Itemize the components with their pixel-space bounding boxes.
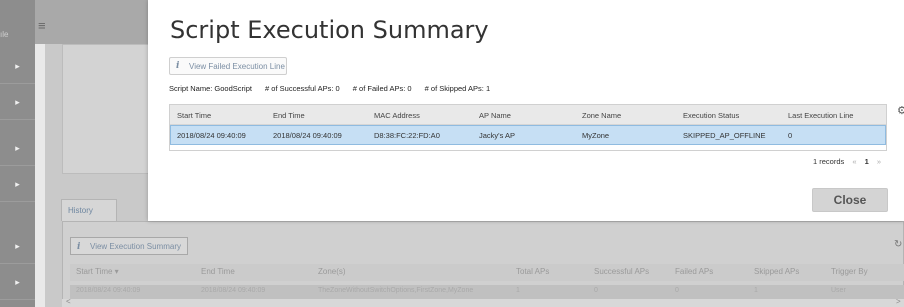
cell-mac-address: D8:38:FC:22:FD:A0	[374, 131, 440, 140]
tab-history[interactable]: History	[61, 199, 117, 221]
history-cell: 0	[594, 287, 598, 294]
info-icon: i	[176, 61, 180, 71]
scroll-left-icon[interactable]: <	[66, 297, 71, 306]
pagination: 1 records « 1 »	[813, 157, 881, 166]
dialog-title: Script Execution Summary	[170, 16, 489, 44]
current-page[interactable]: 1	[865, 157, 869, 166]
col-mac-address[interactable]: MAC Address	[374, 111, 420, 120]
col-zone-name[interactable]: Zone Name	[582, 111, 621, 120]
summary-line: Script Name: GoodScript # of Successful …	[169, 84, 501, 93]
sidebar-expand-icon[interactable]: ▸	[0, 48, 35, 84]
cell-execution-status: SKIPPED_AP_OFFLINE	[683, 131, 766, 140]
successful-aps-count: # of Successful APs: 0	[265, 84, 340, 93]
history-cell: 2018/08/24 09:40:09	[76, 287, 141, 294]
view-failed-execution-line-button[interactable]: i View Failed Execution Line	[169, 57, 287, 75]
history-col-total-aps[interactable]: Total APs	[516, 267, 549, 276]
execution-table: Start Time End Time MAC Address AP Name …	[169, 104, 887, 151]
history-col-trigger-by[interactable]: Trigger By	[831, 267, 868, 276]
table-header: Start Time End Time MAC Address AP Name …	[170, 105, 886, 125]
history-col-skipped-aps[interactable]: Skipped APs	[754, 267, 799, 276]
cell-start-time: 2018/08/24 09:40:09	[177, 131, 246, 140]
horizontal-scrollbar[interactable]: < >	[62, 297, 904, 307]
script-name: Script Name: GoodScript	[169, 84, 252, 93]
history-table-header: Start Time ▾ End Time Zone(s) Total APs …	[70, 264, 904, 281]
col-ap-name[interactable]: AP Name	[479, 111, 511, 120]
close-button[interactable]: Close	[812, 188, 888, 212]
history-cell: 0	[675, 287, 679, 294]
skipped-aps-count: # of Skipped APs: 1	[424, 84, 491, 93]
view-execution-summary-label: View Execution Summary	[90, 242, 181, 251]
history-cell: User	[831, 287, 846, 294]
history-cell: 1	[754, 287, 758, 294]
col-start-time[interactable]: Start Time	[177, 111, 211, 120]
history-cell: 1	[516, 287, 520, 294]
sidebar-expand-icon[interactable]: ▸	[0, 166, 35, 202]
col-last-execution-line[interactable]: Last Execution Line	[788, 111, 853, 120]
view-execution-summary-button[interactable]: i View Execution Summary	[70, 237, 188, 255]
col-execution-status[interactable]: Execution Status	[683, 111, 739, 120]
table-row[interactable]: 2018/08/24 09:40:09 2018/08/24 09:40:09 …	[70, 285, 904, 299]
history-col-start-time[interactable]: Start Time ▾	[76, 267, 119, 276]
sidebar-expand-icon[interactable]: ▸	[0, 130, 35, 166]
history-cell: TheZoneWithoutSwitchOptions,FirstZone,My…	[318, 287, 474, 294]
sidebar-expand-icon[interactable]: ▸	[0, 264, 35, 300]
history-cell: 2018/08/24 09:40:09	[201, 287, 266, 294]
scroll-right-icon[interactable]: >	[896, 297, 901, 306]
cell-zone-name: MyZone	[582, 131, 610, 140]
script-execution-summary-dialog: Script Execution Summary i View Failed Ex…	[148, 0, 904, 221]
sidebar-label: ıle	[0, 30, 9, 39]
refresh-icon[interactable]: ↻	[894, 239, 902, 250]
history-col-failed-aps[interactable]: Failed APs	[675, 267, 713, 276]
info-icon: i	[77, 242, 81, 252]
cell-last-execution-line: 0	[788, 131, 793, 140]
sidebar-expand-icon[interactable]: ▸	[0, 228, 35, 264]
col-end-time[interactable]: End Time	[273, 111, 305, 120]
records-count: 1 records	[813, 157, 845, 166]
history-col-zones[interactable]: Zone(s)	[318, 267, 346, 276]
left-sidebar: ıle ▸ ▸ ▸ ▸ ▸ ▸	[0, 0, 35, 307]
failed-aps-count: # of Failed APs: 0	[352, 84, 412, 93]
history-col-successful-aps[interactable]: Successful APs	[594, 267, 649, 276]
cell-end-time: 2018/08/24 09:40:09	[273, 131, 342, 140]
sidebar-expand-icon[interactable]: ▸	[0, 84, 35, 120]
table-row[interactable]: 2018/08/24 09:40:09 2018/08/24 09:40:09 …	[170, 125, 886, 145]
cell-ap-name: Jacky's AP	[479, 131, 516, 140]
next-page-icon[interactable]: »	[877, 157, 881, 166]
gear-icon[interactable]: ⚙	[897, 104, 904, 117]
hamburger-icon[interactable]: ≡	[38, 18, 46, 33]
history-col-end-time[interactable]: End Time	[201, 267, 235, 276]
prev-page-icon[interactable]: «	[852, 157, 856, 166]
view-failed-execution-line-label: View Failed Execution Line	[189, 61, 285, 71]
